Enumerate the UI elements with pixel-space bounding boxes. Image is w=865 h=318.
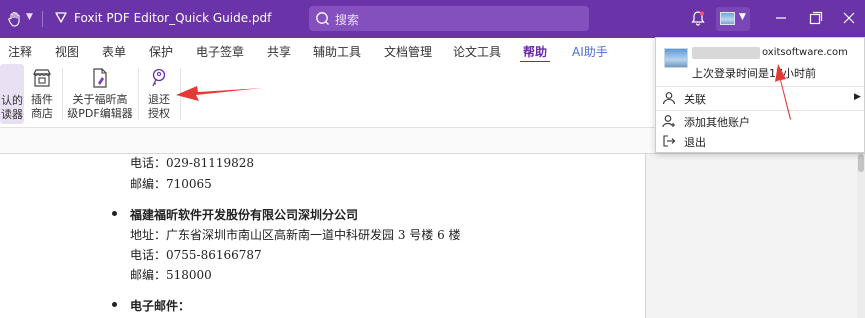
set-default-reader-label: 认的 读器 <box>1 94 23 121</box>
add-user-icon <box>662 115 675 128</box>
minimize-icon[interactable] <box>771 8 791 28</box>
menu-item-add-account[interactable]: 添加其他账户 <box>656 111 864 131</box>
menu-item-add-account-label: 添加其他账户 <box>684 116 750 129</box>
favorite-icon[interactable] <box>54 11 68 25</box>
redacted-email-part <box>692 47 760 59</box>
hand-tool-dropdown-icon[interactable]: ▼ <box>26 12 33 22</box>
account-avatar-button[interactable]: ▼ <box>716 7 750 31</box>
menu-item-link-label: 关联 <box>684 93 706 106</box>
logout-icon <box>663 135 676 147</box>
chevron-down-icon: ▼ <box>739 12 746 22</box>
scrollbar-thumb[interactable] <box>858 154 864 172</box>
title-bar: ▼ Foxit PDF Editor_Quick Guide.pdf 搜索 ▼ <box>0 0 865 38</box>
key-icon <box>152 68 166 87</box>
right-panel <box>647 154 857 318</box>
doc-address: 地址：广东省深圳市南山区高新南一道中科研发园 3 号楼 6 楼 <box>130 228 461 242</box>
doc-phone-2: 电话：0755-86166787 <box>130 248 262 262</box>
tab-help[interactable]: 帮助 <box>523 43 547 60</box>
account-email: oxitsoftware.com <box>692 45 848 60</box>
plugin-store-label: 插件 商店 <box>31 93 53 120</box>
plugin-store-button[interactable]: 插件 商店 <box>26 64 58 124</box>
tab-ai-assistant[interactable]: AI助手 <box>572 43 608 60</box>
return-license-label: 退还 授权 <box>148 93 170 120</box>
notification-bell-icon[interactable] <box>690 10 706 26</box>
tab-share[interactable]: 共享 <box>267 43 291 60</box>
doc-company-name: 福建福昕软件开发股份有限公司深圳分公司 <box>130 208 359 222</box>
close-icon[interactable] <box>839 8 859 28</box>
ribbon-divider <box>62 68 63 120</box>
tab-protect[interactable]: 保护 <box>149 43 173 60</box>
titlebar-divider <box>42 11 43 27</box>
tab-accessibility[interactable]: 辅助工具 <box>313 43 361 60</box>
last-login-text: 上次登录时间是17小时前 <box>692 67 816 80</box>
tab-e-signature[interactable]: 电子签章 <box>196 43 244 60</box>
doc-postcode-2: 邮编：518000 <box>130 268 212 282</box>
ribbon-divider <box>180 68 181 120</box>
doc-phone-1: 电话：029-81119828 <box>130 156 255 170</box>
tab-document-management[interactable]: 文档管理 <box>384 43 432 60</box>
menu-item-logout[interactable]: 退出 <box>656 131 864 151</box>
pdf-page: 电话：029-81119828 邮编：710065 福建福昕软件开发股份有限公司… <box>0 154 646 318</box>
restore-window-icon[interactable] <box>806 8 826 28</box>
search-icon <box>316 12 329 25</box>
avatar-image <box>720 12 735 25</box>
account-email-suffix: oxitsoftware.com <box>762 47 848 58</box>
doc-postcode-1: 邮编：710065 <box>130 177 212 191</box>
tab-view[interactable]: 视图 <box>55 43 79 60</box>
search-box[interactable]: 搜索 <box>309 6 589 31</box>
user-icon <box>662 92 676 105</box>
document-area: 电话：029-81119828 邮编：710065 福建福昕软件开发股份有限公司… <box>0 154 865 318</box>
tab-annotate[interactable]: 注释 <box>8 43 32 60</box>
menu-item-logout-label: 退出 <box>684 136 706 149</box>
plugin-store-icon <box>33 69 51 87</box>
document-title: Foxit PDF Editor_Quick Guide.pdf <box>74 11 272 25</box>
bullet <box>112 302 117 307</box>
tab-form[interactable]: 表单 <box>102 43 126 60</box>
menu-divider <box>656 86 864 87</box>
set-default-reader-button[interactable]: 认的 读器 <box>0 64 24 124</box>
about-foxit-label: 关于福昕高 级PDF编辑器 <box>67 93 133 120</box>
tab-thesis-tools[interactable]: 论文工具 <box>453 43 501 60</box>
vertical-scrollbar[interactable] <box>857 154 865 318</box>
about-foxit-button[interactable]: 关于福昕高 级PDF编辑器 <box>66 64 134 124</box>
search-placeholder: 搜索 <box>335 13 360 27</box>
menu-item-link[interactable]: 关联 ▶ <box>656 88 864 108</box>
account-dropdown-menu: oxitsoftware.com 上次登录时间是17小时前 关联 ▶ 添加其他账… <box>655 37 865 153</box>
ribbon-divider <box>138 68 139 120</box>
hand-tool-icon[interactable] <box>8 11 22 27</box>
bullet <box>112 211 117 216</box>
about-document-icon <box>93 68 107 88</box>
doc-email-heading: 电子邮件： <box>130 299 191 313</box>
account-avatar <box>664 48 688 68</box>
chevron-right-icon: ▶ <box>854 92 861 102</box>
return-license-button[interactable]: 退还 授权 <box>142 64 176 124</box>
